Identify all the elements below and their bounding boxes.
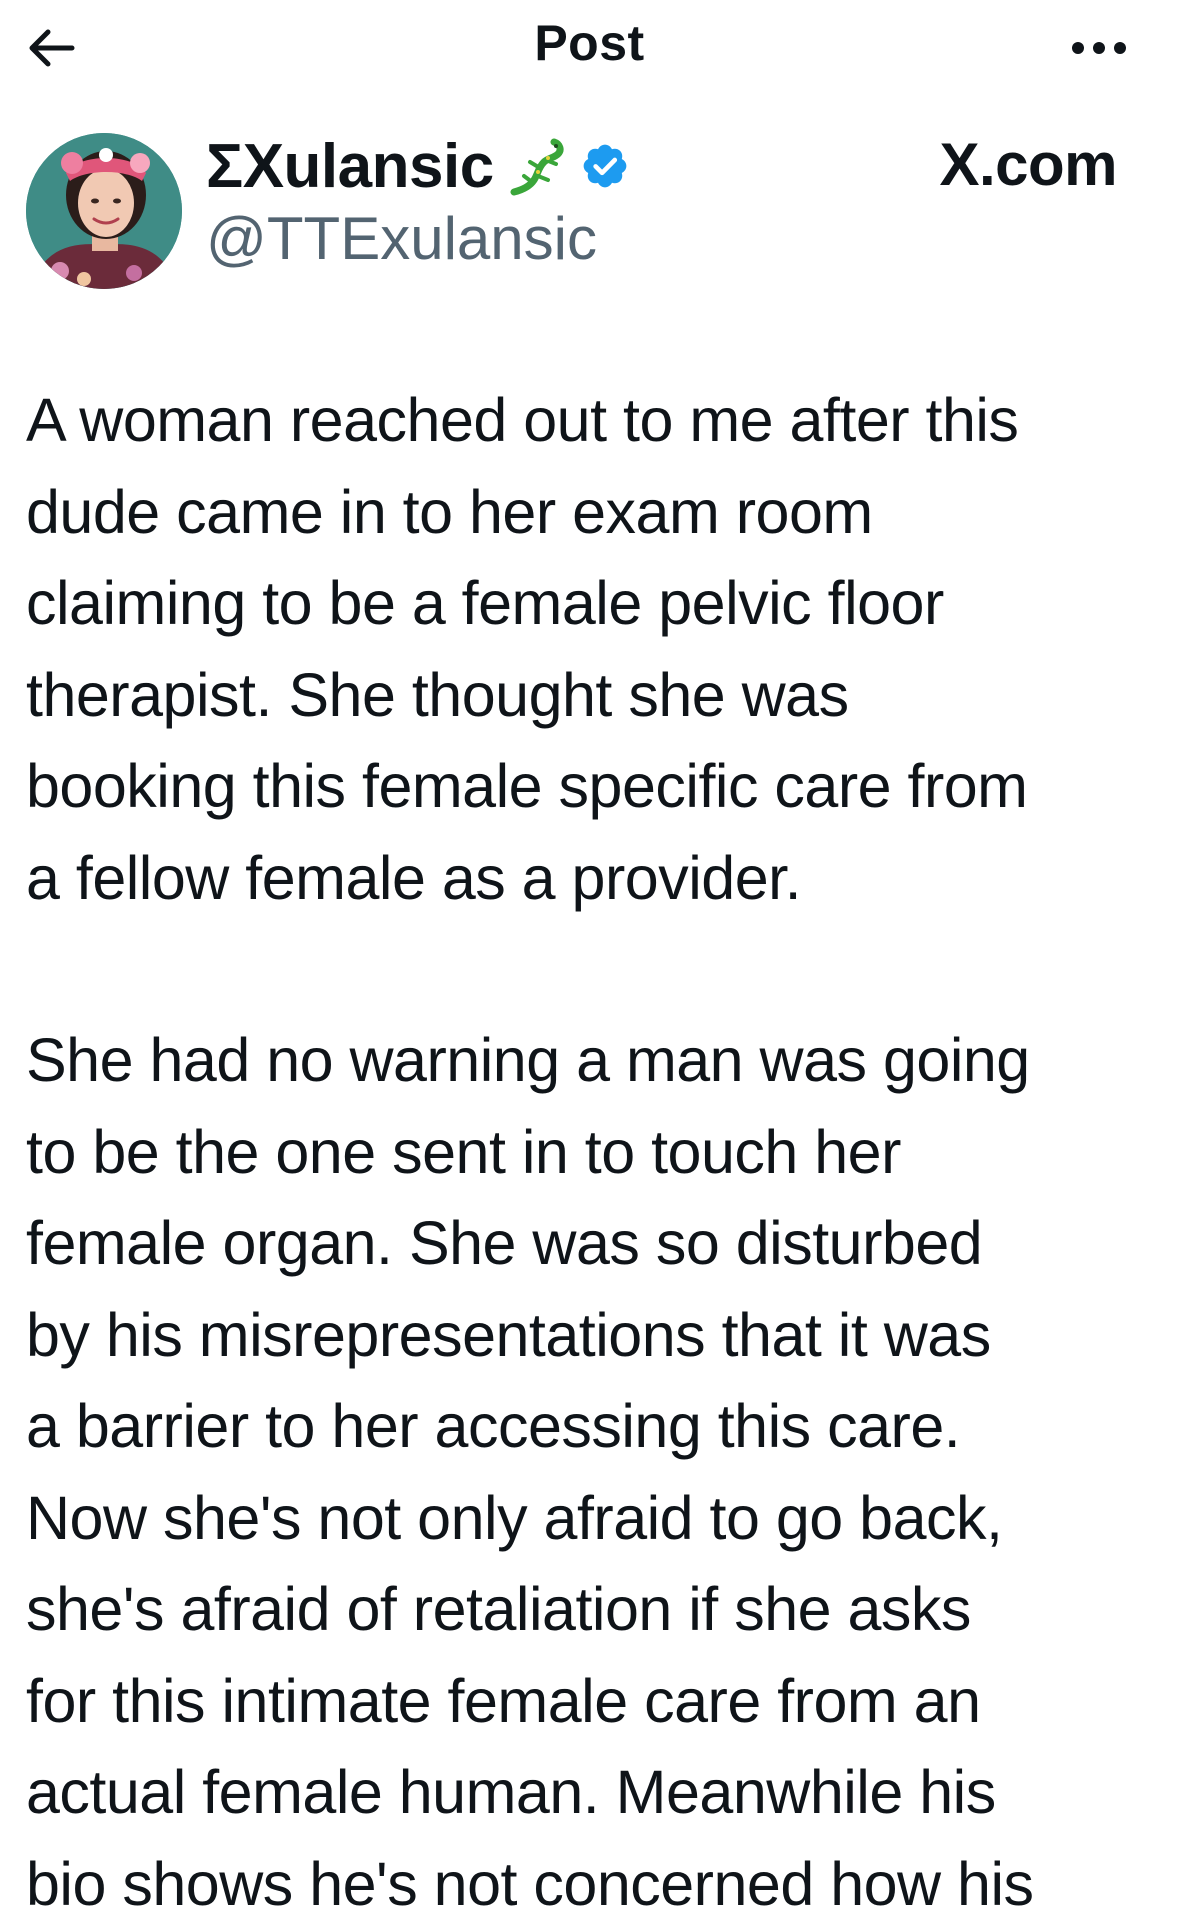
lizard-icon [508,136,566,196]
post-line: A woman reached out to me after this [26,375,1166,467]
post-author-header: ΣXulansic @TTExulansic X.com [0,128,1179,298]
post-line: She had no warning a man was going [26,1015,1166,1107]
post-line: for this intimate female care from an [26,1656,1166,1748]
post-line: female organ. She was so disturbed [26,1198,1166,1290]
paragraph-gap [26,924,1166,1015]
more-horizontal-icon [1071,41,1127,55]
page-title: Post [0,14,1179,72]
post-line: she's afraid of retaliation if she asks [26,1564,1166,1656]
post-line: a fellow female as a provider. [26,833,1166,925]
post-line: bio shows he's not concerned how his [26,1839,1166,1930]
avatar[interactable] [26,133,182,289]
user-handle[interactable]: @TTExulansic [206,204,597,273]
brand-watermark: X.com [939,130,1117,199]
more-options-button[interactable] [1047,18,1127,78]
post-line: a barrier to her accessing this care. [26,1381,1166,1473]
display-name-row: ΣXulansic [206,128,630,204]
display-name[interactable]: ΣXulansic [206,131,494,202]
avatar-image [26,133,182,289]
post-line: booking this female specific care from [26,741,1166,833]
post-line: Now she's not only afraid to go back, [26,1473,1166,1565]
top-bar: Post [0,0,1179,96]
post-line: actual female human. Meanwhile his [26,1747,1166,1839]
post-line: by his misrepresentations that it was [26,1290,1166,1382]
post-line: claiming to be a female pelvic floor [26,558,1166,650]
verified-badge-icon[interactable] [580,141,630,191]
post-line: dude came in to her exam room [26,467,1166,559]
post-line: therapist. She thought she was [26,650,1166,742]
post-text: A woman reached out to me after this dud… [26,375,1166,1930]
post-line: to be the one sent in to touch her [26,1107,1166,1199]
